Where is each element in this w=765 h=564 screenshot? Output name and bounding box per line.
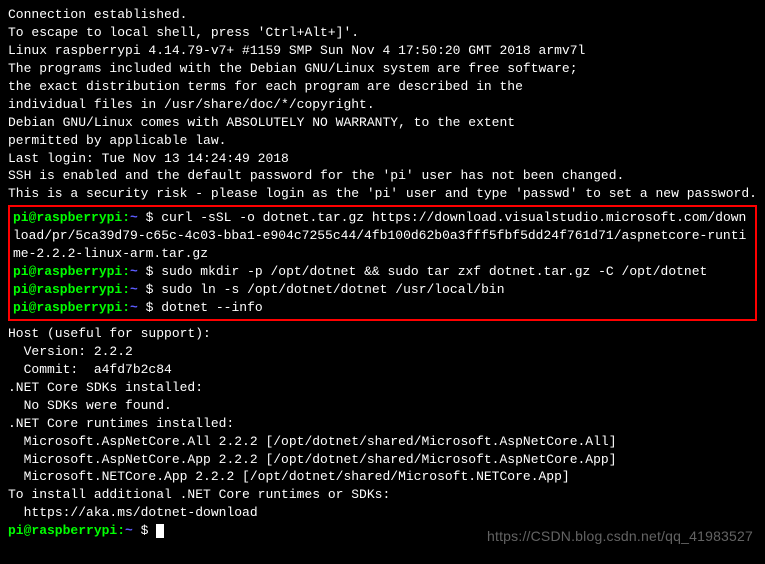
- prompt-colon: :: [122, 210, 130, 225]
- motd-line: To escape to local shell, press 'Ctrl+Al…: [8, 24, 757, 42]
- output-line: .NET Core runtimes installed:: [8, 415, 757, 433]
- prompt-user-host: pi@raspberrypi: [13, 210, 122, 225]
- prompt-colon: :: [117, 523, 125, 538]
- prompt-path: ~: [130, 264, 138, 279]
- prompt-colon: :: [122, 264, 130, 279]
- output-line: Host (useful for support):: [8, 325, 757, 343]
- command-line: pi@raspberrypi:~ $ curl -sSL -o dotnet.t…: [13, 209, 752, 263]
- prompt-user-host: pi@raspberrypi: [8, 523, 117, 538]
- output-line: Commit: a4fd7b2c84: [8, 361, 757, 379]
- motd-line: individual files in /usr/share/doc/*/cop…: [8, 96, 757, 114]
- motd-line: permitted by applicable law.: [8, 132, 757, 150]
- output-line: Microsoft.AspNetCore.All 2.2.2 [/opt/dot…: [8, 433, 757, 451]
- command-text: sudo ln -s /opt/dotnet/dotnet /usr/local…: [161, 282, 504, 297]
- prompt-marker: $: [138, 264, 161, 279]
- command-text: dotnet --info: [161, 300, 262, 315]
- motd-line: The programs included with the Debian GN…: [8, 60, 757, 78]
- motd-line: This is a security risk - please login a…: [8, 185, 757, 203]
- command-highlight-box: pi@raspberrypi:~ $ curl -sSL -o dotnet.t…: [8, 205, 757, 321]
- command-line: pi@raspberrypi:~ $ sudo mkdir -p /opt/do…: [13, 263, 752, 281]
- prompt-path: ~: [130, 300, 138, 315]
- prompt-colon: :: [122, 282, 130, 297]
- cursor-icon: [156, 524, 164, 538]
- terminal-output: Connection established. To escape to loc…: [8, 6, 757, 540]
- output-line: No SDKs were found.: [8, 397, 757, 415]
- output-line: To install additional .NET Core runtimes…: [8, 486, 757, 504]
- output-line: Microsoft.NETCore.App 2.2.2 [/opt/dotnet…: [8, 468, 757, 486]
- command-line: pi@raspberrypi:~ $ dotnet --info: [13, 299, 752, 317]
- prompt-path: ~: [130, 210, 138, 225]
- output-line: Microsoft.AspNetCore.App 2.2.2 [/opt/dot…: [8, 451, 757, 469]
- motd-line: Last login: Tue Nov 13 14:24:49 2018: [8, 150, 757, 168]
- motd-line: SSH is enabled and the default password …: [8, 167, 757, 185]
- prompt-user-host: pi@raspberrypi: [13, 282, 122, 297]
- output-line: .NET Core SDKs installed:: [8, 379, 757, 397]
- motd-line: Linux raspberrypi 4.14.79-v7+ #1159 SMP …: [8, 42, 757, 60]
- prompt-marker: $: [138, 210, 161, 225]
- prompt-user-host: pi@raspberrypi: [13, 264, 122, 279]
- prompt-path: ~: [130, 282, 138, 297]
- prompt-path: ~: [125, 523, 133, 538]
- command-line: pi@raspberrypi:~ $ sudo ln -s /opt/dotne…: [13, 281, 752, 299]
- command-text: sudo mkdir -p /opt/dotnet && sudo tar zx…: [161, 264, 707, 279]
- motd-line: the exact distribution terms for each pr…: [8, 78, 757, 96]
- output-line: Version: 2.2.2: [8, 343, 757, 361]
- prompt-marker: $: [138, 282, 161, 297]
- prompt-user-host: pi@raspberrypi: [13, 300, 122, 315]
- motd-line: Debian GNU/Linux comes with ABSOLUTELY N…: [8, 114, 757, 132]
- output-line: https://aka.ms/dotnet-download: [8, 504, 757, 522]
- prompt-marker: $: [138, 300, 161, 315]
- prompt-colon: :: [122, 300, 130, 315]
- active-prompt-line[interactable]: pi@raspberrypi:~ $: [8, 522, 757, 540]
- motd-line: Connection established.: [8, 6, 757, 24]
- prompt-marker: $: [133, 523, 156, 538]
